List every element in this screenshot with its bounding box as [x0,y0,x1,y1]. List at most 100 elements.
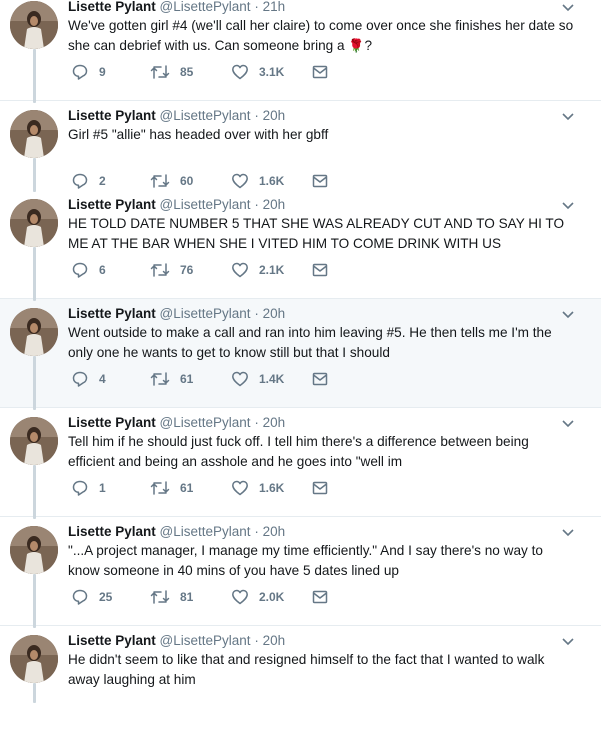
avatar-photo [10,308,58,356]
direct-message-button[interactable] [311,370,339,388]
separator-dot: · [254,197,259,212]
direct-message-button[interactable] [311,588,339,606]
reply-count: 1 [99,481,106,495]
thread-connector [33,618,36,628]
direct-message-button[interactable] [311,172,339,190]
avatar-photo [10,417,58,465]
author-name[interactable]: Lisette Pylant [68,197,156,212]
tweet-text: He didn't seem to like that and resigned… [68,652,545,687]
reply-count: 4 [99,372,106,386]
reply-count: 2 [99,174,106,188]
like-button[interactable]: 1.4K [231,370,284,388]
avatar[interactable] [10,199,58,247]
author-handle[interactable]: @LisettePylant [160,108,251,123]
tweet-timestamp[interactable]: 20h [263,197,286,212]
author-handle[interactable]: @LisettePylant [160,633,251,648]
tweet-timestamp[interactable]: 20h [263,415,286,430]
tweet-timestamp[interactable]: 20h [263,633,286,648]
like-button[interactable]: 1.6K [231,479,284,497]
chevron-down-icon[interactable] [561,309,575,319]
tweet-timestamp[interactable]: 20h [263,108,286,123]
avatar[interactable] [10,110,58,158]
avatar[interactable] [10,417,58,465]
avatar[interactable] [10,308,58,356]
retweet-button[interactable]: 60 [150,172,193,190]
avatar[interactable] [10,1,58,49]
reply-count: 25 [99,590,113,604]
thread-connector [33,509,36,519]
tweet[interactable]: Lisette Pylant @LisettePylant · 20h Went… [0,291,601,408]
author-name[interactable]: Lisette Pylant [68,0,156,14]
author-handle[interactable]: @LisettePylant [160,306,251,321]
like-button[interactable]: 1.6K [231,172,284,190]
author-handle[interactable]: @LisettePylant [160,0,251,14]
chevron-down-icon[interactable] [561,2,575,12]
direct-message-button[interactable] [311,479,339,497]
chevron-down-icon[interactable] [561,200,575,210]
tweet[interactable]: Lisette Pylant @LisettePylant · 21h We'v… [0,0,601,101]
retweet-count: 81 [180,590,194,604]
tweet-timestamp[interactable]: 21h [263,0,286,14]
retweet-count: 61 [180,372,194,386]
chevron-down-icon[interactable] [561,636,575,646]
like-count: 1.6K [259,174,285,188]
tweet[interactable]: Lisette Pylant @LisettePylant · 20h HE T… [0,182,601,299]
avatar[interactable] [10,635,58,683]
author-handle[interactable]: @LisettePylant [160,197,251,212]
author-name[interactable]: Lisette Pylant [68,524,156,539]
retweet-button[interactable]: 76 [150,261,193,279]
retweet-count: 85 [180,65,194,79]
tweet-header: Lisette Pylant @LisettePylant · 20h [68,523,581,541]
chevron-down-icon[interactable] [561,527,575,537]
author-name[interactable]: Lisette Pylant [68,415,156,430]
reply-button[interactable]: 4 [71,370,106,388]
avatar-photo [10,199,58,247]
thread-connector [33,182,36,192]
reply-icon [72,589,88,605]
retweet-button[interactable]: 85 [150,63,193,81]
tweet-text-body: We've gotten girl #4 (we'll call her cla… [68,18,574,53]
like-button[interactable]: 2.0K [231,588,284,606]
retweet-icon [150,372,170,386]
reply-icon [72,371,88,387]
tweet-timestamp[interactable]: 20h [263,306,286,321]
reply-button[interactable]: 6 [71,261,106,279]
reply-button[interactable]: 1 [71,479,106,497]
author-name[interactable]: Lisette Pylant [68,306,156,321]
reply-icon [72,262,88,278]
author-handle[interactable]: @LisettePylant [160,415,251,430]
author-name[interactable]: Lisette Pylant [68,633,156,648]
like-button[interactable]: 3.1K [231,63,284,81]
direct-message-button[interactable] [311,261,339,279]
retweet-button[interactable]: 61 [150,479,193,497]
like-button[interactable]: 2.1K [231,261,284,279]
like-count: 3.1K [259,65,285,79]
tweet-text: We've gotten girl #4 (we'll call her cla… [68,16,578,56]
chevron-down-icon[interactable] [561,111,575,121]
like-count: 2.0K [259,590,285,604]
retweet-button[interactable]: 61 [150,370,193,388]
author-name[interactable]: Lisette Pylant [68,108,156,123]
tweet[interactable]: Lisette Pylant @LisettePylant · 20h "...… [0,509,601,626]
author-handle[interactable]: @LisettePylant [160,524,251,539]
tweet-actions: 1 61 1.6K [68,479,488,497]
tweet[interactable]: Lisette Pylant @LisettePylant · 20h He d… [0,618,601,735]
tweet-text: HE TOLD DATE NUMBER 5 THAT SHE WAS ALREA… [68,216,565,251]
retweet-button[interactable]: 81 [150,588,193,606]
avatar-photo [10,110,58,158]
tweet[interactable]: Lisette Pylant @LisettePylant · 20h Tell… [0,400,601,517]
retweet-icon [150,174,170,188]
reply-button[interactable]: 25 [71,588,112,606]
direct-message-button[interactable] [311,63,339,81]
rose-emoji: 🌹 [348,38,365,53]
tweet-actions: 6 76 2.1K [68,261,488,279]
tweet-text: Girl #5 "allie" has headed over with her… [68,127,329,142]
tweet-header: Lisette Pylant @LisettePylant · 20h [68,632,581,650]
separator-dot: · [254,633,259,648]
tweet-actions: 9 85 3.1K [68,63,488,81]
avatar[interactable] [10,526,58,574]
chevron-down-icon[interactable] [561,418,575,428]
reply-button[interactable]: 9 [71,63,106,81]
tweet-timestamp[interactable]: 20h [263,524,286,539]
reply-button[interactable]: 2 [71,172,106,190]
